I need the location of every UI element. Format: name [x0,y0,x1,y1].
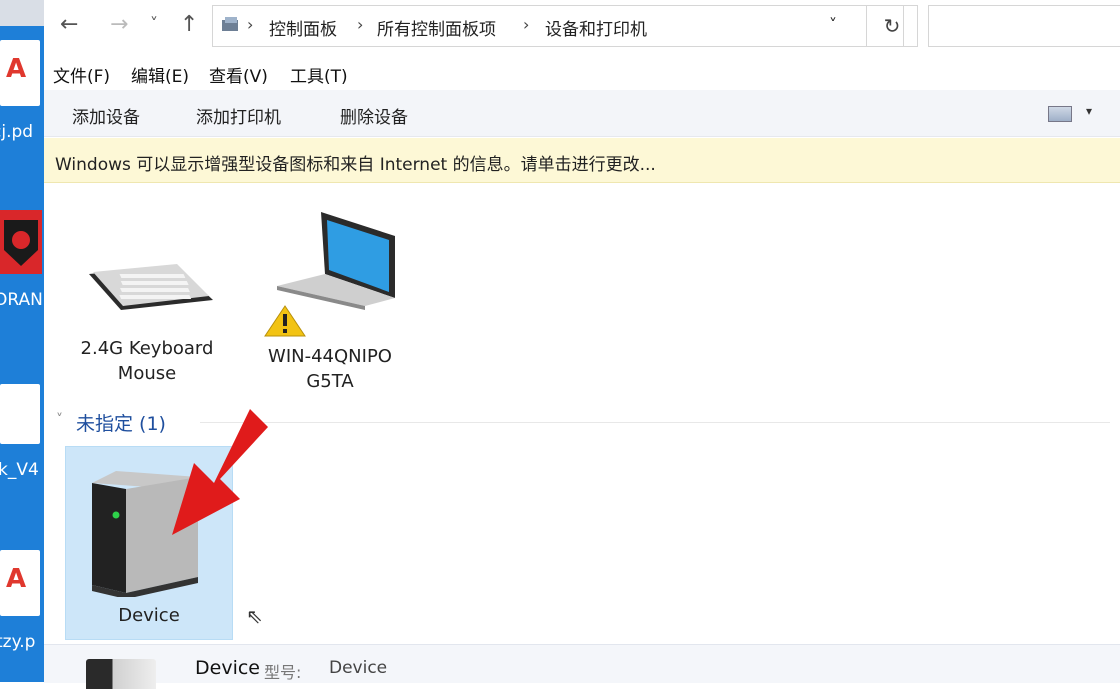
details-device-thumbnail [86,659,156,689]
desktop-top-bar [0,0,44,26]
desktop-pdf-icon-2[interactable]: A [0,550,40,616]
address-dropdown-button[interactable]: ˅ [829,15,837,34]
up-button[interactable]: ↑ [180,12,198,37]
add-device-button[interactable]: 添加设备 [72,103,140,128]
address-bar[interactable]: › 控制面板 › 所有控制面板项 › 设备和打印机 ˅ [212,5,904,47]
device-unspecified-selected[interactable]: Device [65,409,268,640]
info-bar[interactable]: Windows 可以显示增强型设备图标和来自 Internet 的信息。请单击进… [44,138,1120,183]
mouse-pointer-icon: ⇖ [246,604,263,628]
keyboard-icon [89,264,213,310]
breadcrumb-control-panel[interactable]: 控制面板 [269,15,337,40]
breadcrumb-all-items[interactable]: 所有控制面板项 [377,15,496,40]
back-button[interactable]: ← [60,12,78,37]
breadcrumb-devices-printers[interactable]: 设备和打印机 [545,15,647,40]
warning-icon [264,305,306,337]
group-title: 未指定 (1) [76,413,166,435]
red-arrow-annotation [172,409,268,535]
info-bar-text: Windows 可以显示增强型设备图标和来自 Internet 的信息。请单击进… [55,155,656,175]
desktop-label-4: tzy.p [0,632,36,652]
details-model-key: 型号: [264,663,302,682]
details-model-value: Device [329,658,388,678]
details-device-name: Device [195,657,260,679]
shield-icon [4,220,38,266]
explorer-window: ← → ˅ ↑ › 控制面板 › 所有控制面板项 › 设备和打印机 ˅ ↻ 文件… [44,0,1120,689]
chevron-down-icon[interactable]: ˅ [56,412,63,428]
menu-tools[interactable]: 工具(T) [290,62,348,87]
breadcrumb-separator-icon: › [247,15,254,34]
device-label-line: WIN-44QNIPO [268,346,392,367]
forward-button[interactable]: → [110,12,128,37]
device-label: Device [118,605,180,626]
details-pane: Device 型号: Device [44,644,1120,689]
desktop-label-1: cj.pd [0,122,34,142]
menu-view[interactable]: 查看(V) [209,62,268,87]
laptop-icon [264,212,395,337]
desktop-pdf-icon-1[interactable]: A [0,40,40,106]
command-bar: 添加设备 添加打印机 删除设备 ▾ [44,90,1120,137]
add-printer-button[interactable]: 添加打印机 [196,103,281,128]
breadcrumb-separator-icon: › [357,15,364,34]
device-keyboard-mouse[interactable]: 2.4G Keyboard Mouse [66,260,228,386]
desktop-label-2: ORAN [0,290,43,310]
control-panel-icon [222,17,238,31]
desktop-file-icon[interactable] [0,384,40,444]
device-label-line: 2.4G Keyboard [80,338,214,359]
address-row: ← → ˅ ↑ › 控制面板 › 所有控制面板项 › 设备和打印机 ˅ ↻ [44,0,1120,52]
device-computer[interactable]: WIN-44QNIPO G5TA [244,210,416,394]
breadcrumb-separator-icon: › [523,15,530,34]
group-divider [200,422,1110,423]
refresh-button[interactable]: ↻ [866,5,918,47]
change-view-icon[interactable] [1048,106,1072,122]
menu-bar: 文件(F) 编辑(E) 查看(V) 工具(T) [44,58,1120,88]
recent-locations-button[interactable]: ˅ [150,14,158,33]
desktop-app-icon[interactable] [0,210,42,274]
search-input[interactable] [928,5,1120,47]
device-label-line: G5TA [306,371,354,392]
menu-edit[interactable]: 编辑(E) [131,62,189,87]
view-options-caret-icon[interactable]: ▾ [1086,104,1092,118]
remove-device-button[interactable]: 删除设备 [340,103,408,128]
device-label-line: Mouse [117,363,177,384]
desktop-strip: A cj.pd ORAN k_V4 A tzy.p [0,0,44,682]
desktop-label-3: k_V4 [0,460,39,480]
menu-file[interactable]: 文件(F) [53,62,110,87]
